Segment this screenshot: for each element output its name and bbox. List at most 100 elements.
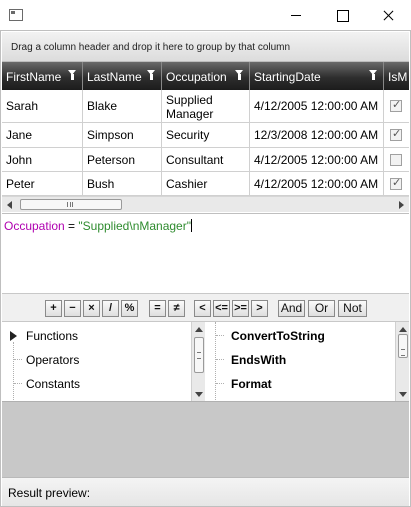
- column-header-ismarried[interactable]: IsM: [384, 62, 409, 90]
- checkbox[interactable]: [390, 153, 402, 166]
- scroll-down-icon[interactable]: [195, 392, 203, 397]
- cell-firstname[interactable]: Sarah: [2, 90, 83, 122]
- scroll-left-icon[interactable]: [7, 201, 12, 209]
- column-header-label: IsM: [388, 70, 408, 84]
- cell-startingdate[interactable]: 4/12/2005 12:00:00 AM: [250, 172, 384, 195]
- function-item[interactable]: EndsWith: [231, 353, 286, 367]
- not-equal-button[interactable]: ≠: [168, 300, 185, 317]
- expression-lists: Functions Operators Constants ConvertToS…: [2, 321, 409, 401]
- checkbox[interactable]: [390, 98, 402, 112]
- multiply-button[interactable]: ×: [83, 300, 100, 317]
- expression-editor[interactable]: Occupation = "Supplied\nManager": [2, 213, 409, 293]
- percent-button[interactable]: %: [121, 300, 138, 317]
- scroll-right-icon[interactable]: [399, 201, 404, 209]
- filter-icon[interactable]: [369, 70, 378, 80]
- cell-occupation[interactable]: Cashier: [162, 172, 250, 195]
- filter-icon[interactable]: [68, 70, 77, 80]
- expression-operator-token: =: [64, 219, 79, 233]
- tree-connector: [13, 342, 14, 401]
- tree-item-functions[interactable]: Functions: [26, 329, 78, 343]
- cell-ismarried[interactable]: [384, 172, 409, 195]
- column-header-lastname[interactable]: LastName: [83, 62, 162, 90]
- not-button[interactable]: Not: [338, 300, 367, 317]
- cell-startingdate[interactable]: 12/3/2008 12:00:00 AM: [250, 123, 384, 147]
- tree-item-operators[interactable]: Operators: [26, 353, 79, 367]
- cell-lastname[interactable]: Bush: [83, 172, 162, 195]
- cell-lastname[interactable]: Blake: [83, 90, 162, 122]
- greater-or-equal-button[interactable]: >=: [232, 300, 249, 317]
- expand-arrow-icon[interactable]: [10, 331, 17, 341]
- column-header-firstname[interactable]: FirstName: [2, 62, 83, 90]
- column-header-label: FirstName: [6, 70, 62, 84]
- table-row[interactable]: Jane Simpson Security 12/3/2008 12:00:00…: [2, 123, 409, 148]
- close-icon[interactable]: [365, 0, 411, 30]
- horizontal-scrollbar[interactable]: [2, 196, 409, 212]
- cell-occupation[interactable]: Security: [162, 123, 250, 147]
- window-icon: [9, 9, 23, 21]
- checkbox[interactable]: [390, 176, 402, 190]
- tree-connector: [215, 322, 216, 401]
- expression-string-token: "Supplied\nManager": [78, 219, 191, 233]
- tree-connector: [216, 359, 224, 360]
- function-scrollbar[interactable]: [395, 322, 409, 401]
- filter-icon[interactable]: [235, 70, 244, 80]
- scroll-up-icon[interactable]: [399, 327, 407, 332]
- table-row[interactable]: Peter Bush Cashier 4/12/2005 12:00:00 AM: [2, 172, 409, 196]
- function-item[interactable]: Format: [231, 377, 272, 391]
- greater-than-button[interactable]: >: [251, 300, 268, 317]
- minimize-icon[interactable]: [273, 0, 319, 30]
- cell-startingdate[interactable]: 4/12/2005 12:00:00 AM: [250, 90, 384, 122]
- operator-toolbar: + − × / % = ≠ < <= >= > And Or Not: [2, 293, 409, 321]
- scroll-thumb[interactable]: [398, 334, 408, 358]
- result-preview: Result preview:: [2, 477, 409, 506]
- cell-occupation[interactable]: Supplied Manager: [162, 90, 250, 122]
- description-area: [2, 401, 409, 477]
- tree-connector: [216, 383, 224, 384]
- scroll-thumb[interactable]: [194, 337, 204, 373]
- result-preview-label: Result preview:: [8, 486, 91, 500]
- text-caret: [190, 219, 192, 232]
- less-than-button[interactable]: <: [194, 300, 211, 317]
- scroll-down-icon[interactable]: [399, 392, 407, 397]
- column-header-occupation[interactable]: Occupation: [162, 62, 250, 90]
- equal-button[interactable]: =: [149, 300, 166, 317]
- data-grid: FirstName LastName Occupation StartingDa…: [2, 62, 409, 196]
- minus-button[interactable]: −: [64, 300, 81, 317]
- cell-startingdate[interactable]: 4/12/2005 12:00:00 AM: [250, 148, 384, 171]
- function-item[interactable]: ConvertToString: [231, 329, 325, 343]
- column-header-label: StartingDate: [254, 70, 321, 84]
- table-row[interactable]: Sarah Blake Supplied Manager 4/12/2005 1…: [2, 90, 409, 123]
- cell-firstname[interactable]: John: [2, 148, 83, 171]
- cell-ismarried[interactable]: [384, 90, 409, 122]
- checkbox[interactable]: [390, 127, 402, 141]
- scroll-thumb[interactable]: [20, 199, 122, 210]
- tree-connector: [216, 335, 224, 336]
- category-scrollbar[interactable]: [191, 322, 205, 401]
- column-header-startingdate[interactable]: StartingDate: [250, 62, 384, 90]
- table-row[interactable]: John Peterson Consultant 4/12/2005 12:00…: [2, 148, 409, 172]
- column-header-label: LastName: [87, 70, 142, 84]
- cell-occupation[interactable]: Consultant: [162, 148, 250, 171]
- filter-icon[interactable]: [147, 70, 156, 80]
- cell-lastname[interactable]: Peterson: [83, 148, 162, 171]
- title-bar: [0, 0, 411, 30]
- divide-button[interactable]: /: [102, 300, 119, 317]
- tree-connector: [14, 383, 22, 384]
- expression-field-token: Occupation: [4, 219, 65, 233]
- tree-connector: [14, 359, 22, 360]
- cell-lastname[interactable]: Simpson: [83, 123, 162, 147]
- cell-ismarried[interactable]: [384, 123, 409, 147]
- scroll-up-icon[interactable]: [195, 327, 203, 332]
- or-button[interactable]: Or: [308, 300, 335, 317]
- tree-item-constants[interactable]: Constants: [26, 377, 80, 391]
- cell-firstname[interactable]: Jane: [2, 123, 83, 147]
- maximize-icon[interactable]: [319, 0, 365, 30]
- and-button[interactable]: And: [278, 300, 305, 317]
- cell-ismarried[interactable]: [384, 148, 409, 171]
- grip-icon: [67, 202, 73, 207]
- plus-button[interactable]: +: [45, 300, 62, 317]
- less-or-equal-button[interactable]: <=: [213, 300, 230, 317]
- group-panel[interactable]: Drag a column header and drop it here to…: [2, 32, 409, 62]
- cell-firstname[interactable]: Peter: [2, 172, 83, 195]
- column-header-label: Occupation: [166, 70, 227, 84]
